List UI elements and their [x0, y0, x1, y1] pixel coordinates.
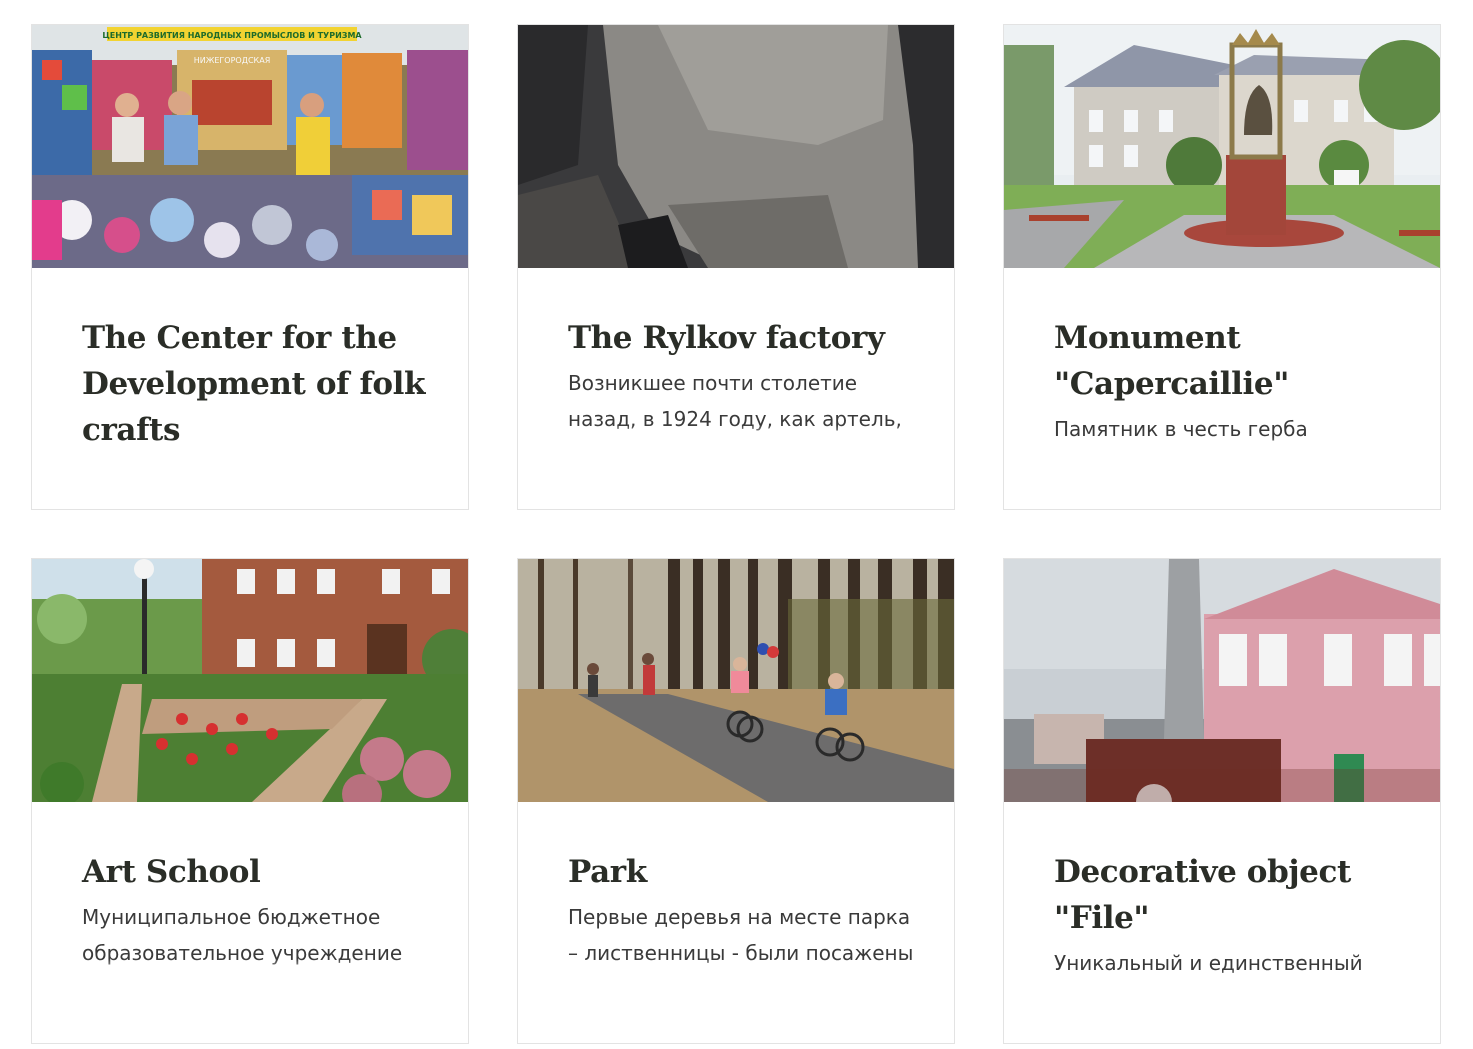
card-photo-file-object[interactable] — [1004, 559, 1440, 802]
card-content: Park Первые деревья на месте парка – лис… — [568, 849, 920, 977]
card-photo-felt-boots[interactable] — [518, 25, 954, 268]
card-description: Уникальный и единственный памятник напил… — [1054, 951, 1363, 989]
card-rylkov-factory[interactable]: The Rylkov factory Возникшее почти столе… — [517, 24, 955, 510]
card-photo-capercaillie[interactable] — [1004, 25, 1440, 268]
card-title[interactable]: The Center for the Development of folk c… — [82, 315, 434, 453]
card-capercaillie-monument[interactable]: Monument "Capercaillie" Памятник в честь… — [1003, 24, 1441, 510]
card-title[interactable]: Monument "Capercaillie" — [1054, 315, 1406, 407]
card-content: Monument "Capercaillie" Памятник в честь… — [1054, 315, 1406, 455]
card-folk-crafts-center[interactable]: ЦЕНТР РАЗВИТИЯ НАРОДНЫХ ПРОМЫСЛОВ И ТУРИ… — [31, 24, 469, 510]
card-park[interactable]: Park Первые деревья на месте парка – лис… — [517, 558, 955, 1044]
svg-text:ЦЕНТР РАЗВИТИЯ НАРОДНЫХ ПРОМЫС: ЦЕНТР РАЗВИТИЯ НАРОДНЫХ ПРОМЫСЛОВ И ТУРИ… — [102, 31, 362, 40]
card-content: The Center for the Development of folk c… — [82, 315, 434, 453]
card-description: Возникшее почти столетие назад, в 1924 г… — [568, 371, 902, 431]
attractions-grid: ЦЕНТР РАЗВИТИЯ НАРОДНЫХ ПРОМЫСЛОВ И ТУРИ… — [31, 24, 1441, 1044]
card-description: Первые деревья на месте парка – лиственн… — [568, 905, 914, 965]
card-file-object[interactable]: Decorative object "File" Уникальный и ед… — [1003, 558, 1441, 1044]
card-photo-art-school[interactable] — [32, 559, 468, 802]
svg-text:НИЖЕГОРОДСКАЯ: НИЖЕГОРОДСКАЯ — [194, 56, 271, 65]
card-content: The Rylkov factory Возникшее почти столе… — [568, 315, 920, 443]
card-title[interactable]: The Rylkov factory — [568, 315, 920, 361]
card-content: Decorative object "File" Уникальный и ед… — [1054, 849, 1406, 989]
card-description: Муниципальное бюджетное образовательное … — [82, 905, 403, 965]
card-description: Памятник в честь герба Сосновского район… — [1054, 417, 1316, 455]
card-photo-park[interactable] — [518, 559, 954, 802]
card-art-school[interactable]: Art School Муниципальное бюджетное образ… — [31, 558, 469, 1044]
card-title[interactable]: Art School — [82, 849, 434, 895]
card-title[interactable]: Park — [568, 849, 920, 895]
card-title[interactable]: Decorative object "File" — [1054, 849, 1406, 941]
card-content: Art School Муниципальное бюджетное образ… — [82, 849, 434, 977]
card-photo-folk-crafts[interactable]: ЦЕНТР РАЗВИТИЯ НАРОДНЫХ ПРОМЫСЛОВ И ТУРИ… — [32, 25, 468, 268]
